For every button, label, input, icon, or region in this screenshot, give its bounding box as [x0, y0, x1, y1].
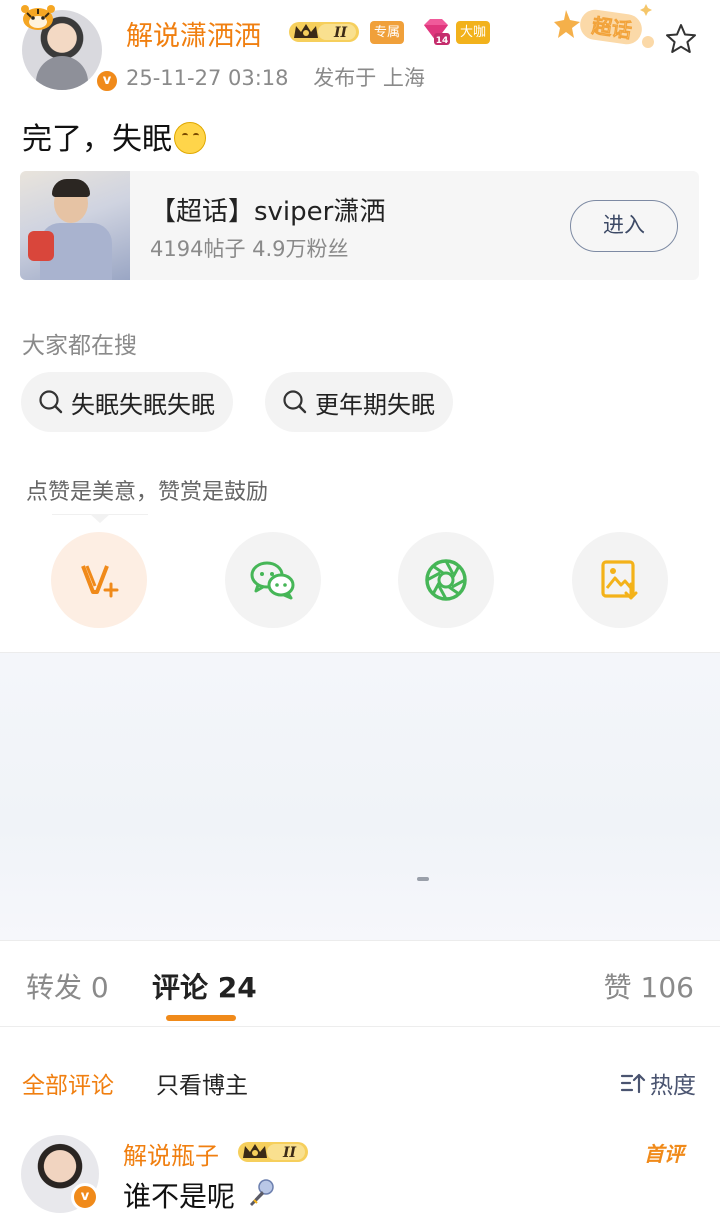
post-location: 发布于 上海 — [313, 66, 425, 90]
diamond-level-icon: 14 — [424, 19, 450, 46]
wechat-icon — [250, 561, 295, 600]
post-timestamp: 25-11-27 03:18 — [126, 66, 289, 90]
author-username[interactable]: 解说潇洒洒 — [126, 14, 261, 53]
save-image-icon — [601, 560, 638, 600]
search-suggestion-pill[interactable]: 失眠失眠失眠 — [21, 372, 233, 432]
crown-level-badge-icon: II — [289, 22, 359, 42]
post-meta: 25-11-27 03:18 发布于 上海 — [126, 62, 425, 92]
svg-text:14: 14 — [436, 36, 449, 46]
sort-by-heat-button[interactable]: 热度 — [620, 1066, 696, 1100]
enter-topic-button[interactable]: 进入 — [570, 200, 678, 252]
tab-like[interactable]: 赞 106 — [604, 966, 694, 1006]
trending-search-heading: 大家都在搜 — [22, 333, 137, 359]
share-wechat-button[interactable] — [225, 532, 321, 628]
search-suggestion-label: 更年期失眠 — [315, 390, 435, 419]
save-image-button[interactable] — [572, 532, 668, 628]
verified-badge-icon: v — [71, 1183, 99, 1211]
search-icon — [283, 390, 307, 414]
filter-all-comments[interactable]: 全部评论 — [22, 1066, 114, 1100]
sleepy-face-emoji-icon — [174, 122, 206, 154]
verified-badge-icon: v — [94, 68, 120, 94]
reward-button[interactable] — [51, 532, 147, 628]
microphone-emoji-icon — [249, 1179, 274, 1206]
svg-text:II: II — [282, 1145, 297, 1161]
first-comment-badge: 首评 — [644, 1142, 684, 1166]
tab-divider — [0, 1026, 720, 1027]
search-suggestion-pill[interactable]: 更年期失眠 — [265, 372, 453, 432]
crown-level-badge-icon: II — [238, 1142, 308, 1162]
author-avatar[interactable]: v — [18, 4, 120, 94]
search-suggestion-label: 失眠失眠失眠 — [71, 390, 215, 419]
post-content-text: 完了，失眠 — [22, 122, 172, 157]
sort-icon — [620, 1073, 646, 1094]
commenter-username[interactable]: 解说瓶子 — [123, 1136, 219, 1171]
tab-repost[interactable]: 转发 0 — [26, 966, 109, 1006]
moments-aperture-icon — [425, 559, 467, 601]
exclusive-tag: 专属 — [370, 21, 405, 44]
filter-owner-only[interactable]: 只看博主 — [156, 1066, 248, 1100]
super-topic-stats: 4194帖子 4.9万粉丝 — [150, 237, 349, 261]
media-loading-indicator — [417, 877, 429, 881]
svg-text:II: II — [333, 25, 348, 41]
reward-v-plus-icon — [81, 565, 119, 598]
post-content: 完了，失眠 — [22, 114, 206, 158]
share-moments-button[interactable] — [398, 532, 494, 628]
sort-label: 热度 — [650, 1073, 696, 1099]
comment-text-content: 谁不是呢 — [123, 1180, 236, 1213]
tiger-pendant-icon — [21, 5, 55, 30]
search-icon — [39, 390, 63, 414]
super-topic-thumbnail — [20, 171, 130, 280]
reward-tooltip: 点赞是美意，赞赏是鼓励 — [26, 480, 269, 505]
tab-comment[interactable]: 评论 24 — [152, 966, 257, 1006]
super-topic-card[interactable]: 【超话】sviper潇洒 4194帖子 4.9万粉丝 进入 — [20, 171, 699, 280]
bigshot-tag: 大咖 — [456, 21, 491, 44]
active-tab-indicator — [166, 1015, 236, 1021]
post-header: v 解说潇洒洒 II 专属 14 大咖 超话 25-11-27 03:18 发布… — [0, 0, 720, 100]
super-topic-title: 【超话】sviper潇洒 — [150, 197, 386, 227]
favorite-star-icon[interactable] — [664, 22, 698, 56]
super-topic-logo-icon[interactable]: 超话 — [552, 2, 662, 54]
media-placeholder[interactable] — [0, 652, 720, 941]
comment-text: 谁不是呢 — [123, 1175, 276, 1215]
tooltip-arrow-icon — [90, 514, 110, 523]
